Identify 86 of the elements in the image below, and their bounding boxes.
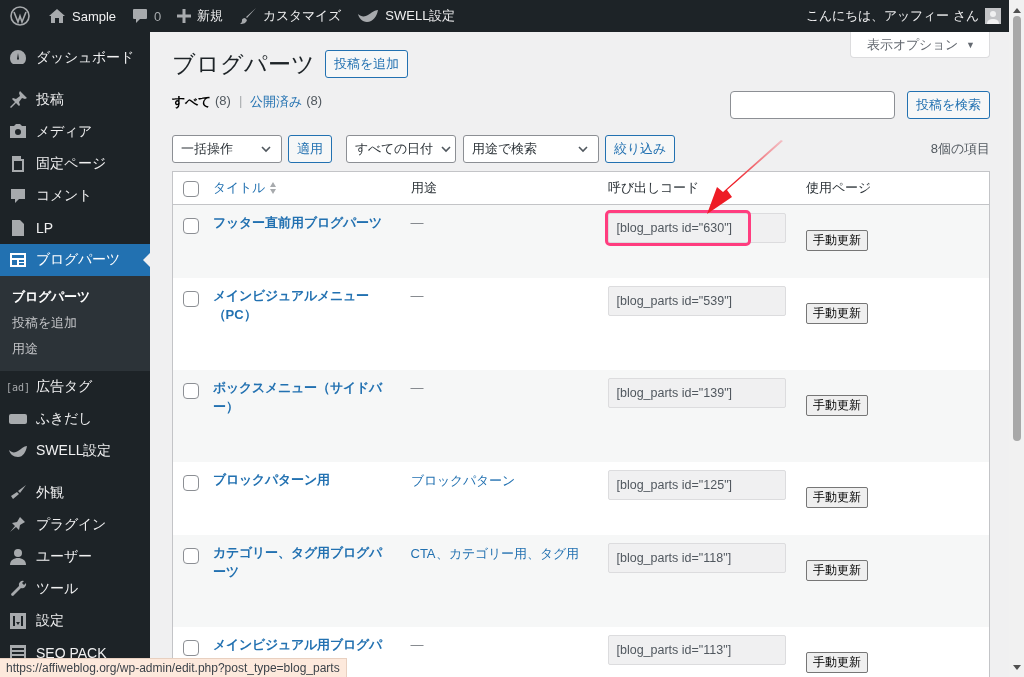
- comment-count[interactable]: 0: [154, 8, 162, 24]
- checkbox[interactable]: [183, 181, 199, 197]
- sidebar-item[interactable]: SWELL設定: [0, 435, 150, 467]
- wordpress-logo[interactable]: [10, 6, 30, 26]
- usage-link[interactable]: ブロックパターン: [410, 473, 515, 488]
- submenu-item[interactable]: ブログパーツ: [0, 284, 150, 310]
- user-icon: [8, 547, 28, 567]
- checkbox[interactable]: [183, 383, 199, 399]
- home-icon[interactable]: [48, 8, 66, 24]
- toolbar-link[interactable]: カスタマイズ: [263, 7, 342, 25]
- comment-icon[interactable]: [132, 8, 149, 24]
- update-button[interactable]: 手動更新: [805, 303, 868, 324]
- checkbox[interactable]: [183, 475, 199, 491]
- search-button[interactable]: 投稿を検索: [907, 91, 990, 119]
- checkbox[interactable]: [183, 548, 199, 564]
- dropdown[interactable]: 用途で検索: [463, 135, 599, 163]
- brush-icon[interactable]: [239, 7, 258, 25]
- shortcode-field[interactable]: [blog_parts id="139"]: [607, 378, 786, 408]
- shortcode-field[interactable]: [blog_parts id="118"]: [607, 543, 786, 573]
- dropdown[interactable]: すべての日付: [346, 135, 456, 163]
- sort-icon: [268, 181, 277, 195]
- sidebar-item[interactable]: [ad] 広告タグ: [0, 371, 150, 403]
- shortcode-field[interactable]: [blog_parts id="125"]: [607, 470, 786, 500]
- sidebar-item[interactable]: プラグイン: [0, 509, 150, 541]
- filter-button[interactable]: 絞り込み: [605, 135, 675, 163]
- sidebar-item[interactable]: ツール: [0, 573, 150, 605]
- greeting-link[interactable]: こんにちは、アッフィー さん: [806, 7, 979, 25]
- sidebar-item[interactable]: 固定ページ: [0, 148, 150, 180]
- usage-link[interactable]: CTA、カテゴリー用、タグ用: [410, 546, 579, 561]
- toolbar-link[interactable]: Sample: [72, 8, 117, 24]
- update-button[interactable]: 手動更新: [805, 230, 868, 251]
- comment-icon: [8, 186, 28, 206]
- toolbar-link[interactable]: 新規: [197, 7, 224, 25]
- column-header: 使用ページ: [805, 180, 871, 195]
- column-sort-link[interactable]: タイトル: [212, 179, 277, 197]
- checkbox[interactable]: [183, 640, 199, 656]
- post-title-link[interactable]: メインビジュアル用ブログパ: [212, 635, 385, 654]
- status-tooltip: https://affiweblog.org/wp-admin/edit.php?post_type=blog_parts: [0, 658, 347, 677]
- update-button[interactable]: 手動更新: [805, 487, 868, 508]
- column-header: 用途: [410, 180, 437, 195]
- sidebar-item[interactable]: 投稿: [0, 84, 150, 116]
- update-button[interactable]: 手動更新: [805, 395, 868, 416]
- toolbar-link[interactable]: SWELL設定: [385, 7, 456, 25]
- wrench-icon: [8, 579, 28, 599]
- post-title-link[interactable]: ブロックパターン用: [212, 470, 385, 489]
- plus-icon[interactable]: [177, 9, 192, 23]
- shortcode-field[interactable]: [blog_parts id="539"]: [607, 286, 786, 316]
- sidebar-item[interactable]: 設定: [0, 605, 150, 637]
- post-title-link[interactable]: メインビジュアルメニュー（PC）: [212, 286, 385, 324]
- apply-button[interactable]: 適用: [288, 135, 332, 163]
- column-header: 呼び出しコード: [607, 180, 699, 195]
- view-link[interactable]: 公開済み: [250, 93, 303, 111]
- sidebar-item[interactable]: 外観: [0, 477, 150, 509]
- pin-icon: [8, 90, 28, 110]
- search-field[interactable]: [730, 91, 895, 119]
- dropdown[interactable]: 一括操作: [172, 135, 282, 163]
- view-count: (8): [306, 93, 323, 110]
- sidebar-item[interactable]: メディア: [0, 116, 150, 148]
- view-link[interactable]: すべて: [172, 93, 211, 111]
- submenu-item[interactable]: 用途: [0, 336, 150, 362]
- usage-text: —: [410, 380, 424, 395]
- checkbox[interactable]: [183, 291, 199, 307]
- shortcode-field[interactable]: [blog_parts id="113"]: [607, 635, 786, 665]
- sidebar-item[interactable]: ユーザー: [0, 541, 150, 573]
- shortcode-field[interactable]: [blog_parts id="630"]: [607, 213, 786, 243]
- layout-icon: [8, 250, 28, 270]
- usage-text: —: [410, 288, 424, 303]
- sidebar-item[interactable]: ダッシュボード: [0, 42, 150, 74]
- leaf-icon[interactable]: [357, 9, 380, 23]
- add-new-button[interactable]: 投稿を追加: [325, 50, 408, 78]
- checkbox[interactable]: [183, 218, 199, 234]
- ad-icon: [ad]: [5, 381, 31, 393]
- update-button[interactable]: 手動更新: [805, 652, 868, 673]
- view-count: (8): [215, 93, 231, 110]
- separator: |: [238, 93, 243, 110]
- update-button[interactable]: 手動更新: [805, 560, 868, 581]
- sidebar-item[interactable]: ブログパーツ: [0, 244, 150, 276]
- screen-options-button[interactable]: 表示オプション ▼: [850, 32, 990, 58]
- sidebar-item[interactable]: ふきだし: [0, 403, 150, 435]
- submenu-item[interactable]: 投稿を追加: [0, 310, 150, 336]
- sidebar-item[interactable]: コメント: [0, 180, 150, 212]
- page-title: ブログパーツ: [172, 49, 315, 79]
- item-count: 8個の項目: [930, 140, 990, 158]
- usage-text: —: [410, 637, 424, 652]
- sidebar-item[interactable]: LP: [0, 212, 150, 244]
- usage-text: —: [410, 215, 424, 230]
